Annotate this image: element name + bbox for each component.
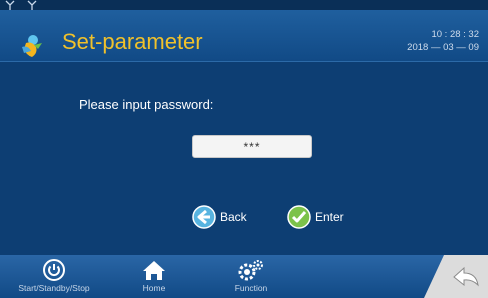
antenna-icon <box>5 0 15 10</box>
clock: 10 : 28 : 32 2018 — 03 — 09 <box>407 28 479 54</box>
power-icon <box>43 259 65 281</box>
password-prompt: Please input password: <box>79 97 214 112</box>
home-icon <box>143 261 165 280</box>
nav-label: Home <box>142 283 166 293</box>
nav-label: Start/Standby/Stop <box>18 283 90 293</box>
password-input[interactable]: *** <box>192 135 312 158</box>
nav-label: Function <box>234 283 268 293</box>
bottom-nav: Start/Standby/Stop Home Function <box>0 255 488 298</box>
nav-home[interactable]: Home <box>124 255 184 298</box>
antenna-icon <box>27 0 37 10</box>
nav-function[interactable]: Function <box>224 255 278 298</box>
gears-icon <box>238 260 263 281</box>
back-arrow-icon <box>192 205 216 229</box>
date-text: 2018 — 03 — 09 <box>407 42 479 53</box>
page-title: Set-parameter <box>62 29 203 54</box>
enter-label: Enter <box>315 210 344 224</box>
status-bar <box>0 0 488 10</box>
back-label: Back <box>220 210 247 224</box>
bird-logo-icon <box>22 35 42 57</box>
enter-button[interactable]: Enter <box>287 204 344 230</box>
checkmark-icon <box>287 205 311 229</box>
title-bar: Set-parameter 10 : 28 : 32 2018 — 03 — 0… <box>0 10 488 62</box>
nav-start-standby-stop[interactable]: Start/Standby/Stop <box>0 255 108 298</box>
password-panel: Please input password: *** Back Enter <box>0 62 488 255</box>
return-button[interactable] <box>424 255 488 298</box>
back-button[interactable]: Back <box>192 204 247 230</box>
time-text: 10 : 28 : 32 <box>431 29 479 40</box>
